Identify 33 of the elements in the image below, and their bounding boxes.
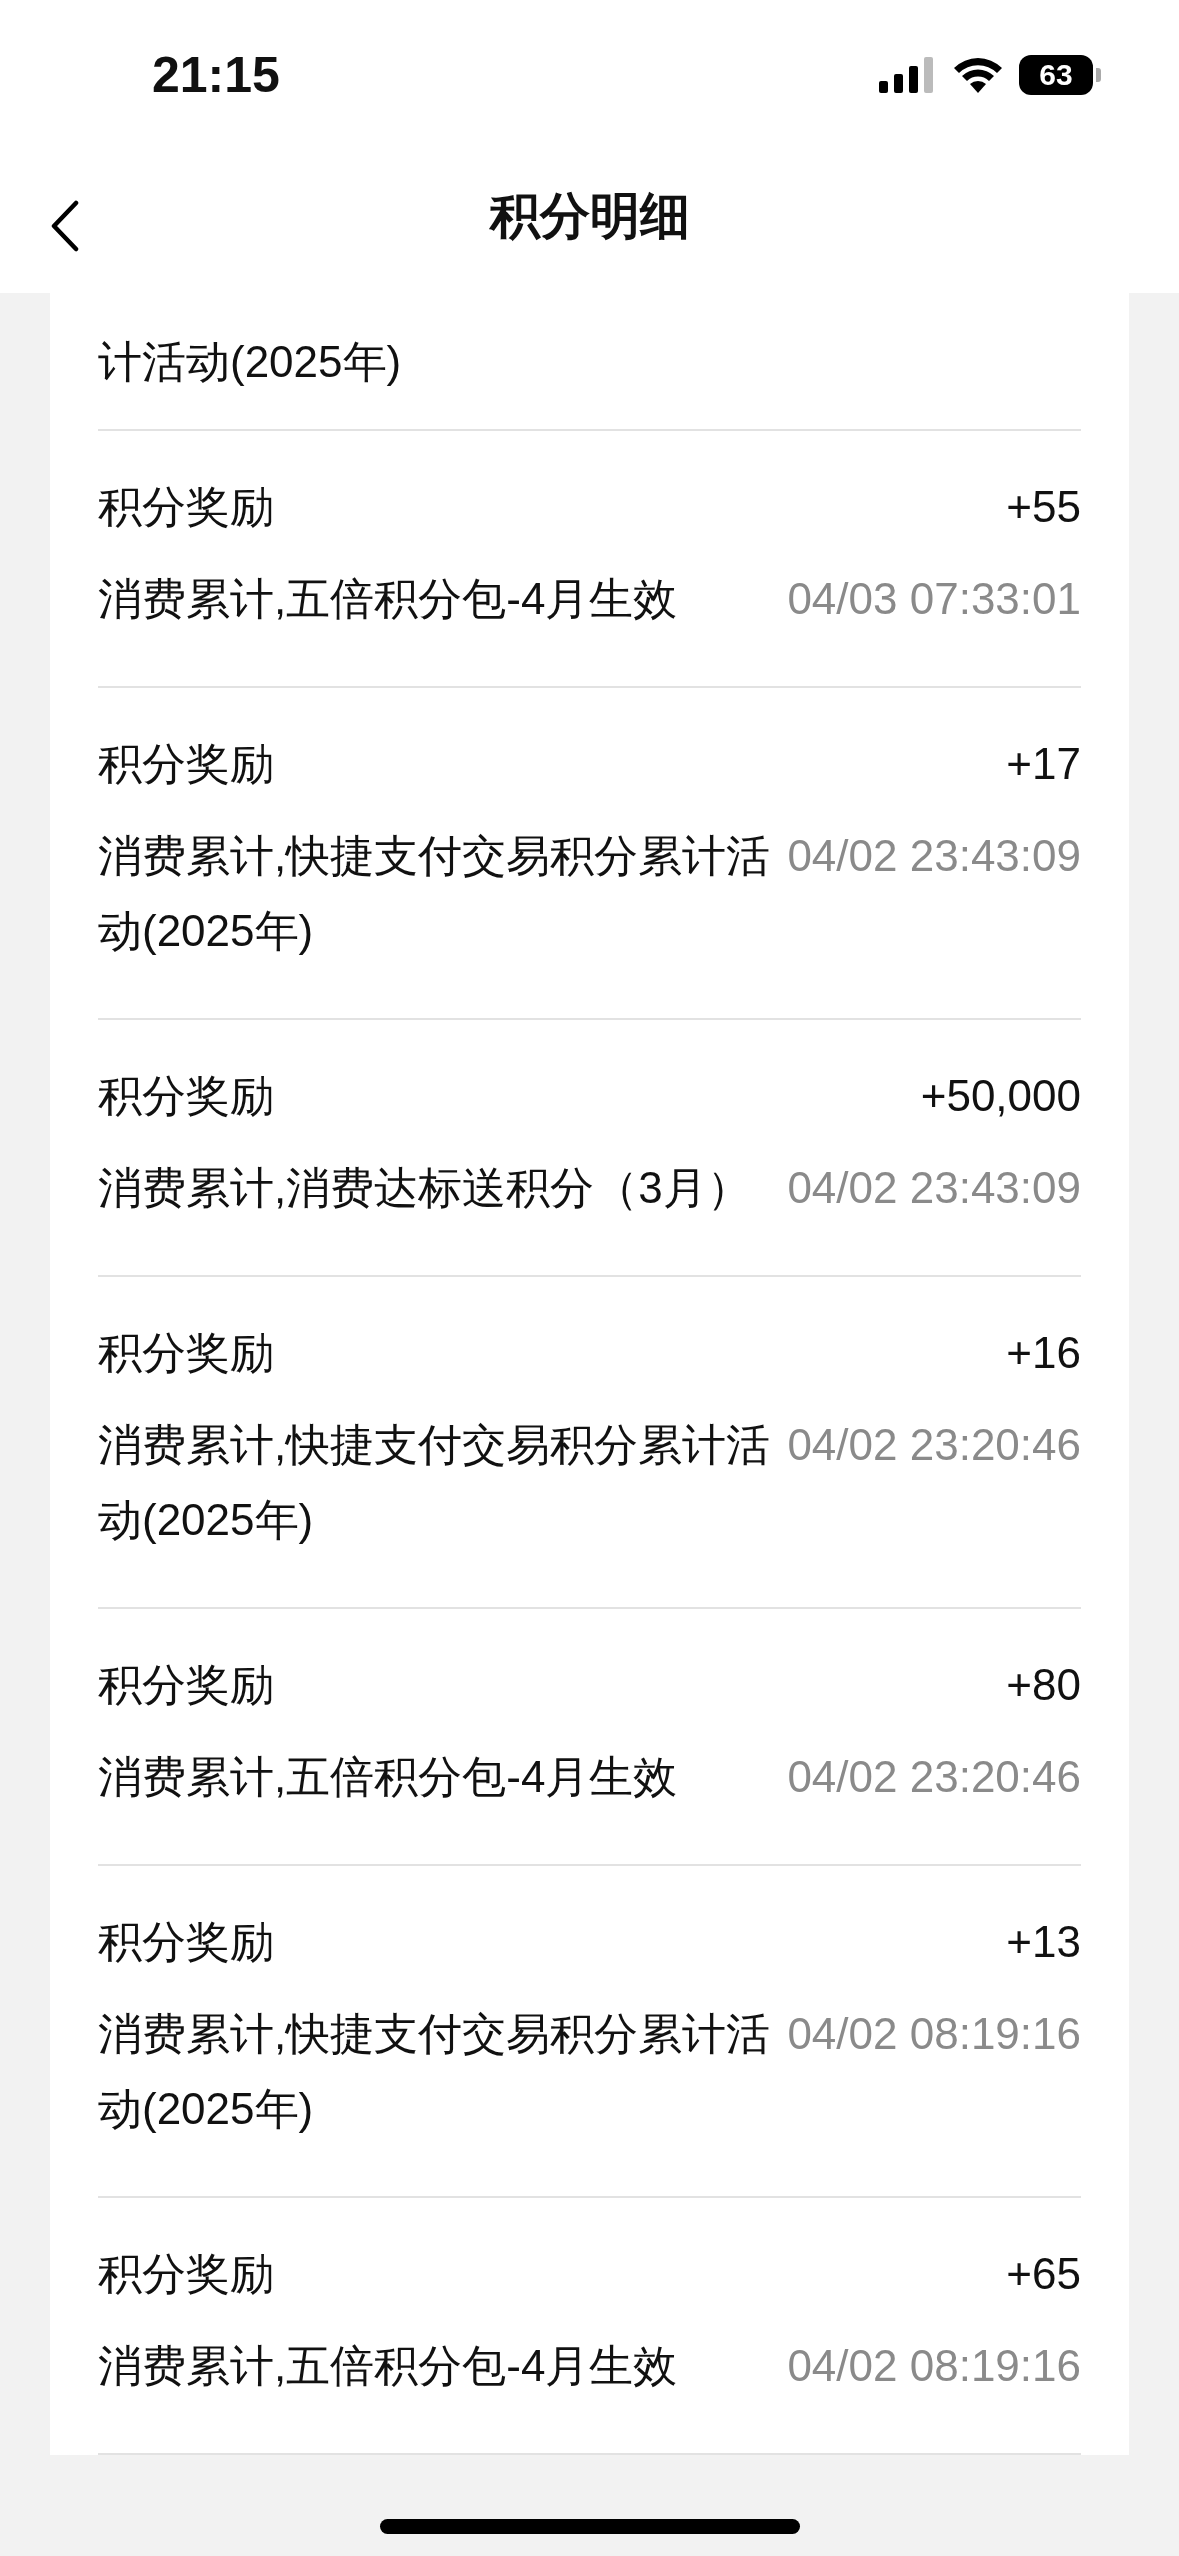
record-amount: +65	[1006, 2248, 1081, 2300]
record-time: 04/02 23:43:09	[787, 1162, 1081, 1214]
record-description: 消费累计,消费达标送积分（3月）	[98, 1162, 752, 1214]
record-title: 积分奖励	[98, 2248, 274, 2300]
page-title: 积分明细	[489, 187, 690, 246]
status-time: 21:15	[152, 46, 280, 104]
record-description: 消费累计,五倍积分包-4月生效	[98, 573, 679, 625]
record-title: 积分奖励	[98, 1659, 274, 1711]
record-amount: +55	[1006, 481, 1081, 533]
record-time: 04/02 23:20:46	[787, 1419, 1081, 1471]
record-description: 消费累计,五倍积分包-4月生效	[98, 1751, 679, 1803]
record-description: 消费累计,快捷支付交易积分累计活动(2025年)	[98, 1419, 772, 1546]
record-description: 消费累计,五倍积分包-4月生效	[98, 2340, 679, 2392]
record-time: 04/02 08:19:16	[787, 2340, 1081, 2392]
record-amount: +16	[1006, 1327, 1081, 1379]
record-amount: +50,000	[920, 1070, 1081, 1122]
record-title: 积分奖励	[98, 1070, 274, 1122]
wifi-icon	[953, 57, 1003, 93]
record-title: 积分奖励	[98, 481, 274, 533]
record-description: 消费累计,快捷支付交易积分累计活动(2025年)	[98, 2008, 772, 2135]
record-time: 04/02 23:43:09	[787, 830, 1081, 882]
record-amount: +13	[1006, 1916, 1081, 1968]
record-description: 消费累计,快捷支付交易积分累计活动(2025年)	[98, 830, 772, 957]
record-time: 04/02 08:19:16	[787, 2008, 1081, 2060]
record-amount: +80	[1006, 1659, 1081, 1711]
record-title: 积分奖励	[98, 738, 274, 790]
back-icon[interactable]	[50, 200, 80, 252]
record-time: 04/03 07:33:01	[787, 573, 1081, 625]
record-description: 计活动(2025年)	[98, 335, 403, 388]
record-time: 04/02 23:20:46	[787, 1751, 1081, 1803]
record-title: 积分奖励	[98, 1327, 274, 1379]
record-amount: +17	[1006, 738, 1081, 790]
record-title: 积分奖励	[98, 1916, 274, 1968]
